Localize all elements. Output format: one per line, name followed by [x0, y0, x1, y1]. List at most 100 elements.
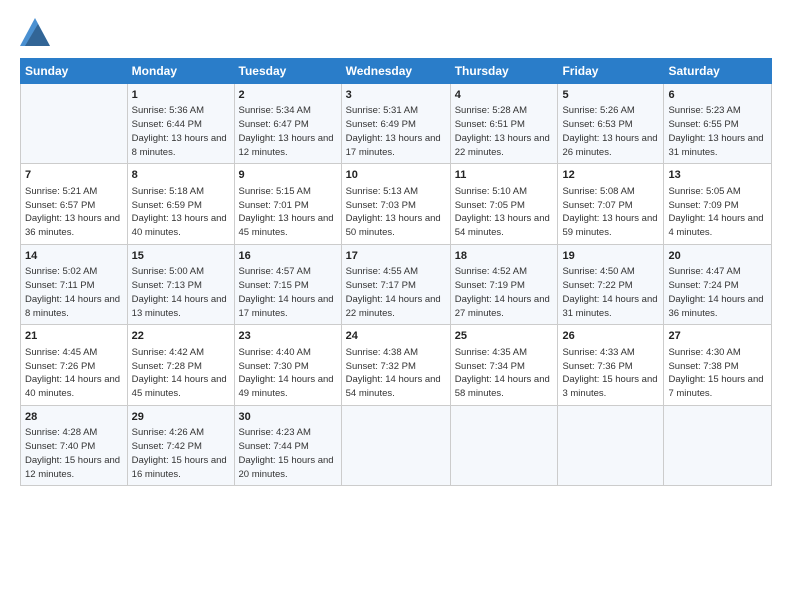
day-number: 7	[25, 168, 123, 183]
day-number: 12	[562, 168, 659, 183]
day-cell	[558, 405, 664, 485]
day-info: Sunrise: 4:57 AM Sunset: 7:15 PM Dayligh…	[239, 265, 337, 320]
day-info: Sunrise: 4:55 AM Sunset: 7:17 PM Dayligh…	[346, 265, 446, 320]
day-info: Sunrise: 4:47 AM Sunset: 7:24 PM Dayligh…	[668, 265, 767, 320]
day-number: 3	[346, 88, 446, 103]
day-cell: 6Sunrise: 5:23 AM Sunset: 6:55 PM Daylig…	[664, 84, 772, 164]
day-cell: 19Sunrise: 4:50 AM Sunset: 7:22 PM Dayli…	[558, 244, 664, 324]
day-number: 23	[239, 329, 337, 344]
day-cell	[341, 405, 450, 485]
day-cell: 8 Sunrise: 5:18 AM Sunset: 6:59 PM Daylig…	[127, 164, 234, 244]
day-info: Sunrise: 5:13 AM Sunset: 7:03 PM Dayligh…	[346, 185, 446, 240]
day-number: 9	[239, 168, 337, 183]
day-number: 2	[239, 88, 337, 103]
day-info: Sunrise: 5:36 AM Sunset: 6:44 PM Dayligh…	[132, 104, 230, 159]
day-number: 28	[25, 410, 123, 425]
day-number: 20	[668, 249, 767, 264]
day-info: Sunrise: 5:21 AM Sunset: 6:57 PM Dayligh…	[25, 185, 123, 240]
day-cell: 16Sunrise: 4:57 AM Sunset: 7:15 PM Dayli…	[234, 244, 341, 324]
day-number: 25	[455, 329, 554, 344]
day-number: 30	[239, 410, 337, 425]
day-number: 15	[132, 249, 230, 264]
weekday-header-row: SundayMondayTuesdayWednesdayThursdayFrid…	[21, 59, 772, 84]
week-row-2: 7 Sunrise: 5:21 AM Sunset: 6:57 PM Daylig…	[21, 164, 772, 244]
day-number: 29	[132, 410, 230, 425]
day-info: Sunrise: 5:08 AM Sunset: 7:07 PM Dayligh…	[562, 185, 659, 240]
day-cell	[664, 405, 772, 485]
day-number: 17	[346, 249, 446, 264]
day-cell: 4Sunrise: 5:28 AM Sunset: 6:51 PM Daylig…	[450, 84, 558, 164]
day-number: 16	[239, 249, 337, 264]
day-info: Sunrise: 5:18 AM Sunset: 6:59 PM Dayligh…	[132, 185, 230, 240]
day-info: Sunrise: 5:02 AM Sunset: 7:11 PM Dayligh…	[25, 265, 123, 320]
week-row-5: 28Sunrise: 4:28 AM Sunset: 7:40 PM Dayli…	[21, 405, 772, 485]
logo	[20, 18, 52, 46]
calendar-table: SundayMondayTuesdayWednesdayThursdayFrid…	[20, 58, 772, 486]
weekday-header-thursday: Thursday	[450, 59, 558, 84]
day-number: 14	[25, 249, 123, 264]
day-number: 5	[562, 88, 659, 103]
header	[20, 18, 772, 46]
day-info: Sunrise: 4:35 AM Sunset: 7:34 PM Dayligh…	[455, 346, 554, 401]
day-info: Sunrise: 5:15 AM Sunset: 7:01 PM Dayligh…	[239, 185, 337, 240]
day-cell: 2Sunrise: 5:34 AM Sunset: 6:47 PM Daylig…	[234, 84, 341, 164]
day-info: Sunrise: 4:40 AM Sunset: 7:30 PM Dayligh…	[239, 346, 337, 401]
day-cell: 26 Sunrise: 4:33 AM Sunset: 7:36 PM Dayli…	[558, 325, 664, 405]
week-row-4: 21 Sunrise: 4:45 AM Sunset: 7:26 PM Dayli…	[21, 325, 772, 405]
day-number: 6	[668, 88, 767, 103]
day-info: Sunrise: 4:33 AM Sunset: 7:36 PM Dayligh…	[562, 346, 659, 401]
day-cell	[450, 405, 558, 485]
day-cell: 21 Sunrise: 4:45 AM Sunset: 7:26 PM Dayli…	[21, 325, 128, 405]
day-cell: 11 Sunrise: 5:10 AM Sunset: 7:05 PM Dayli…	[450, 164, 558, 244]
day-info: Sunrise: 4:50 AM Sunset: 7:22 PM Dayligh…	[562, 265, 659, 320]
day-cell: 28Sunrise: 4:28 AM Sunset: 7:40 PM Dayli…	[21, 405, 128, 485]
day-info: Sunrise: 5:31 AM Sunset: 6:49 PM Dayligh…	[346, 104, 446, 159]
day-number: 22	[132, 329, 230, 344]
day-info: Sunrise: 5:23 AM Sunset: 6:55 PM Dayligh…	[668, 104, 767, 159]
day-cell: 29Sunrise: 4:26 AM Sunset: 7:42 PM Dayli…	[127, 405, 234, 485]
day-cell: 7 Sunrise: 5:21 AM Sunset: 6:57 PM Daylig…	[21, 164, 128, 244]
day-info: Sunrise: 5:10 AM Sunset: 7:05 PM Dayligh…	[455, 185, 554, 240]
day-info: Sunrise: 4:52 AM Sunset: 7:19 PM Dayligh…	[455, 265, 554, 320]
day-info: Sunrise: 4:38 AM Sunset: 7:32 PM Dayligh…	[346, 346, 446, 401]
day-cell: 9 Sunrise: 5:15 AM Sunset: 7:01 PM Daylig…	[234, 164, 341, 244]
day-cell: 10Sunrise: 5:13 AM Sunset: 7:03 PM Dayli…	[341, 164, 450, 244]
day-info: Sunrise: 4:28 AM Sunset: 7:40 PM Dayligh…	[25, 426, 123, 481]
day-cell: 20Sunrise: 4:47 AM Sunset: 7:24 PM Dayli…	[664, 244, 772, 324]
day-number: 18	[455, 249, 554, 264]
day-cell: 18Sunrise: 4:52 AM Sunset: 7:19 PM Dayli…	[450, 244, 558, 324]
day-number: 4	[455, 88, 554, 103]
day-number: 27	[668, 329, 767, 344]
day-cell	[21, 84, 128, 164]
day-cell: 15Sunrise: 5:00 AM Sunset: 7:13 PM Dayli…	[127, 244, 234, 324]
day-info: Sunrise: 4:42 AM Sunset: 7:28 PM Dayligh…	[132, 346, 230, 401]
day-cell: 14Sunrise: 5:02 AM Sunset: 7:11 PM Dayli…	[21, 244, 128, 324]
day-cell: 5Sunrise: 5:26 AM Sunset: 6:53 PM Daylig…	[558, 84, 664, 164]
day-info: Sunrise: 5:34 AM Sunset: 6:47 PM Dayligh…	[239, 104, 337, 159]
day-number: 21	[25, 329, 123, 344]
day-cell: 23 Sunrise: 4:40 AM Sunset: 7:30 PM Dayli…	[234, 325, 341, 405]
week-row-1: 1Sunrise: 5:36 AM Sunset: 6:44 PM Daylig…	[21, 84, 772, 164]
day-cell: 24Sunrise: 4:38 AM Sunset: 7:32 PM Dayli…	[341, 325, 450, 405]
day-info: Sunrise: 5:28 AM Sunset: 6:51 PM Dayligh…	[455, 104, 554, 159]
logo-icon	[20, 18, 50, 46]
day-number: 26	[562, 329, 659, 344]
day-number: 19	[562, 249, 659, 264]
weekday-header-friday: Friday	[558, 59, 664, 84]
page: SundayMondayTuesdayWednesdayThursdayFrid…	[0, 0, 792, 496]
weekday-header-wednesday: Wednesday	[341, 59, 450, 84]
day-info: Sunrise: 4:23 AM Sunset: 7:44 PM Dayligh…	[239, 426, 337, 481]
day-cell: 12 Sunrise: 5:08 AM Sunset: 7:07 PM Dayli…	[558, 164, 664, 244]
day-number: 1	[132, 88, 230, 103]
day-cell: 27Sunrise: 4:30 AM Sunset: 7:38 PM Dayli…	[664, 325, 772, 405]
day-info: Sunrise: 4:45 AM Sunset: 7:26 PM Dayligh…	[25, 346, 123, 401]
day-number: 11	[455, 168, 554, 183]
weekday-header-saturday: Saturday	[664, 59, 772, 84]
day-info: Sunrise: 4:26 AM Sunset: 7:42 PM Dayligh…	[132, 426, 230, 481]
day-number: 13	[668, 168, 767, 183]
day-cell: 13 Sunrise: 5:05 AM Sunset: 7:09 PM Dayli…	[664, 164, 772, 244]
day-cell: 30Sunrise: 4:23 AM Sunset: 7:44 PM Dayli…	[234, 405, 341, 485]
weekday-header-sunday: Sunday	[21, 59, 128, 84]
day-info: Sunrise: 5:05 AM Sunset: 7:09 PM Dayligh…	[668, 185, 767, 240]
day-number: 8	[132, 168, 230, 183]
